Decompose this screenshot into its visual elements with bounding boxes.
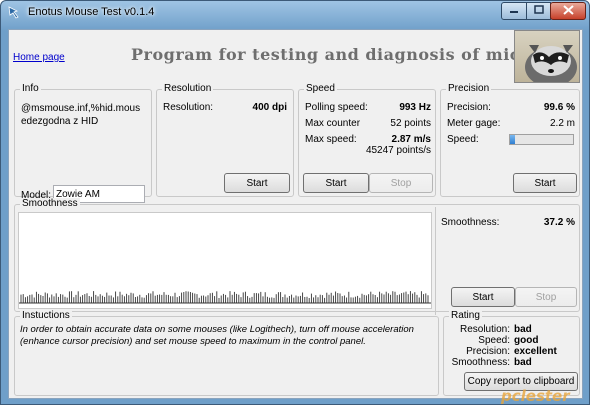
speed-stop-button[interactable]: Stop — [369, 173, 433, 193]
info-text: @msmouse.inf,%hid.mousedezgodna z HID — [21, 103, 141, 127]
precision-start-button[interactable]: Start — [513, 173, 577, 193]
home-page-link[interactable]: Home page — [13, 52, 65, 63]
rating-resolution-label: Resolution: — [459, 324, 510, 335]
precision-value: 99.6 % — [543, 102, 575, 113]
rating-title: Rating — [449, 310, 482, 321]
rating-smoothness-label: Smoothness: — [451, 357, 510, 368]
rating-speed-label: Speed: — [478, 335, 510, 346]
max-speed-label: Max speed: — [305, 134, 357, 145]
title-bar[interactable]: Enotus Mouse Test v0.1.4 — [1, 1, 589, 25]
resolution-title: Resolution — [162, 83, 214, 94]
watermark: pclester — [501, 387, 570, 405]
maximize-button[interactable] — [526, 2, 551, 20]
precision-title: Precision — [446, 83, 492, 94]
precision-label: Precision: — [447, 102, 491, 113]
smoothness-value: 37.2 % — [543, 217, 575, 228]
speed-group: Speed Polling speed: 993 Hz Max counter … — [298, 83, 436, 197]
smoothness-group: Smoothness Smoothness: 37.2 % Start Stop — [14, 198, 580, 315]
minimize-button[interactable] — [501, 2, 527, 20]
close-icon — [562, 4, 574, 18]
precision-group: Precision Precision: 99.6 % Meter gage: … — [440, 83, 580, 197]
instructions-title: Instuctions — [20, 310, 72, 321]
max-speed-value: 2.87 m/s — [391, 134, 431, 145]
precision-speed-meter-fill — [510, 135, 516, 144]
resolution-group: Resolution Resolution: 400 dpi Start — [156, 83, 294, 197]
rating-precision-value: excellent — [514, 346, 557, 357]
instructions-group: Instuctions In order to obtain accurate … — [14, 310, 439, 396]
max-counter-value: 52 points — [390, 118, 431, 129]
resolution-start-button[interactable]: Start — [224, 173, 290, 193]
raccoon-photo — [514, 30, 580, 83]
max-speed-points: 45247 points/s — [365, 145, 431, 156]
window-title: Enotus Mouse Test v0.1.4 — [28, 6, 155, 18]
app-window: Enotus Mouse Test v0.1.4 Home page Progr… — [0, 0, 590, 405]
maximize-icon — [533, 5, 544, 17]
rating-precision-label: Precision: — [466, 346, 510, 357]
close-button[interactable] — [550, 2, 586, 20]
rating-resolution-value: bad — [514, 324, 532, 335]
smoothness-plot-canvas — [19, 291, 431, 304]
client-area: Home page Program for testing and diagno… — [8, 29, 583, 399]
rating-smoothness-value: bad — [514, 357, 532, 368]
polling-speed-value: 993 Hz — [399, 102, 431, 113]
smoothness-divider — [435, 207, 436, 315]
meter-gage-label: Meter gage: — [447, 118, 501, 129]
rating-speed-value: good — [514, 335, 539, 346]
smoothness-stop-button[interactable]: Stop — [515, 287, 577, 307]
rating-group: Rating Resolution: bad Speed: good Preci… — [443, 310, 580, 396]
info-group: Info @msmouse.inf,%hid.mousedezgodna z H… — [14, 83, 152, 203]
smoothness-plot — [18, 212, 432, 309]
instructions-text: In order to obtain accurate data on some… — [20, 324, 414, 347]
page-heading: Program for testing and diagnosis of mic… — [131, 45, 531, 64]
meter-gage-value: 2.2 m — [549, 118, 575, 129]
smoothness-start-button[interactable]: Start — [451, 287, 515, 307]
max-counter-label: Max counter — [305, 118, 361, 129]
info-title: Info — [20, 83, 41, 94]
speed-title: Speed — [304, 83, 337, 94]
mouse-app-icon — [7, 5, 23, 21]
resolution-label: Resolution: — [163, 102, 214, 113]
smoothness-label: Smoothness: — [441, 217, 500, 228]
polling-speed-label: Polling speed: — [305, 102, 368, 113]
speed-start-button[interactable]: Start — [303, 173, 369, 193]
precision-speed-meter — [509, 134, 574, 145]
minimize-icon — [509, 6, 519, 17]
smoothness-title: Smoothness — [20, 198, 80, 209]
resolution-value: 400 dpi — [252, 102, 287, 113]
precision-speed-label: Speed: — [447, 134, 479, 145]
